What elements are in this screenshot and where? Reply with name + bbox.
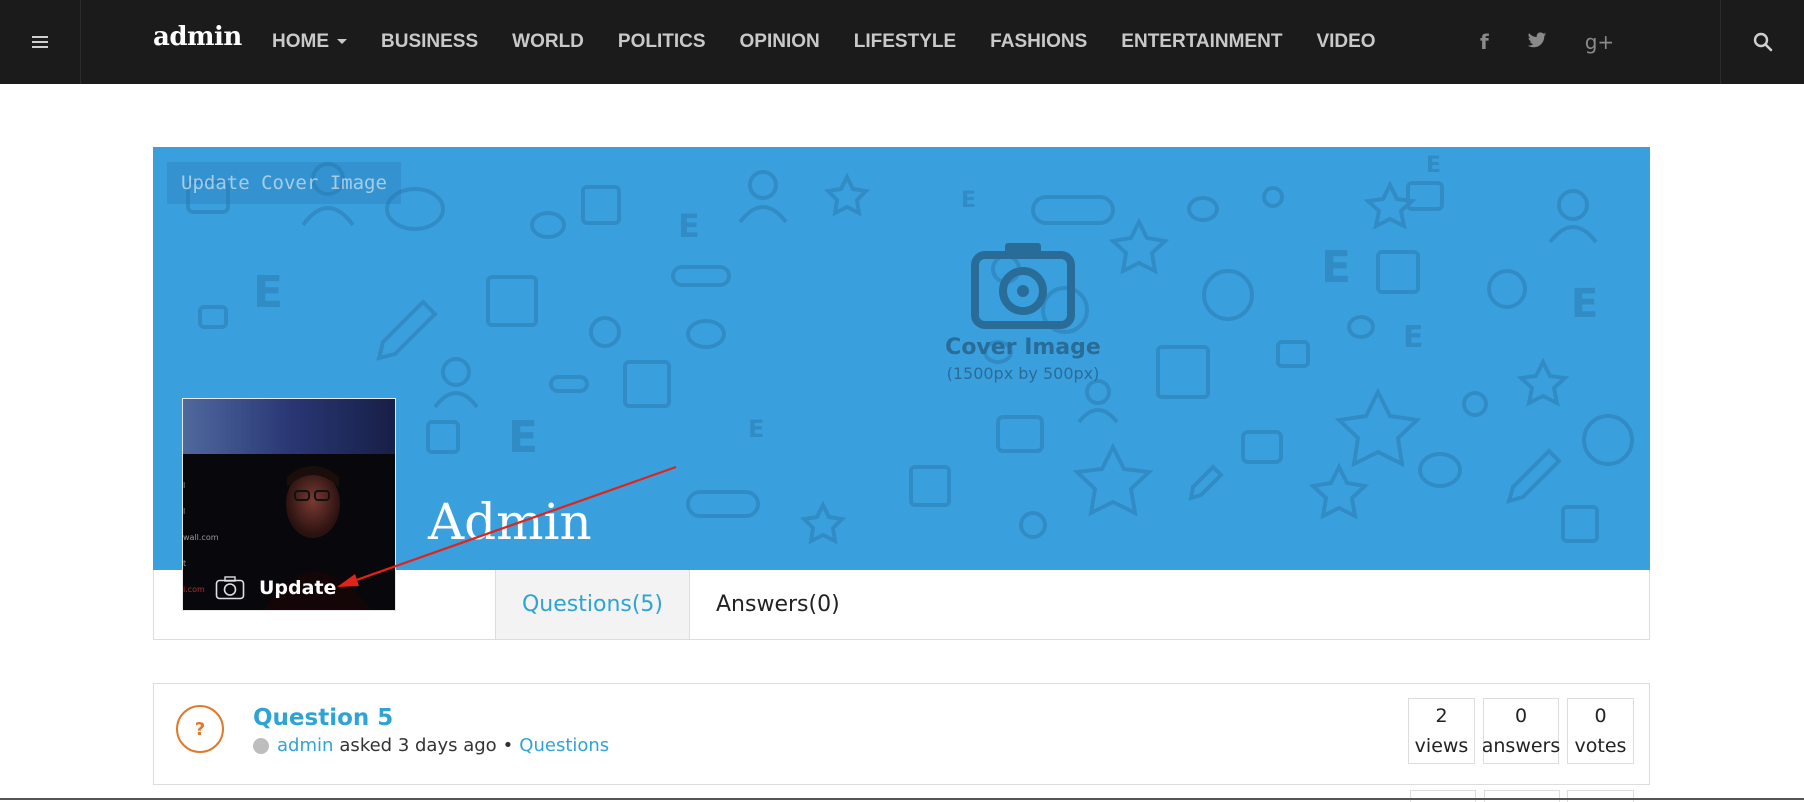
svg-text:E: E (1426, 153, 1441, 178)
svg-text:E: E (508, 412, 538, 463)
svg-text:E: E (253, 267, 283, 318)
cover-placeholder: Cover Image (1500px by 500px) (773, 239, 1273, 383)
votes-stat: 0 votes (1567, 698, 1634, 764)
facebook-icon[interactable]: f (1480, 30, 1489, 54)
question-author-link[interactable]: admin (277, 735, 333, 756)
nav-item-home[interactable]: HOME (272, 31, 347, 53)
hamburger-icon (32, 33, 48, 51)
site-logo[interactable]: admin (153, 22, 242, 52)
svg-text:E: E (1321, 242, 1351, 293)
svg-text:E: E (748, 415, 764, 443)
profile-name: Admin (428, 493, 592, 551)
nav-item-world[interactable]: WORLD (512, 31, 584, 53)
question-stats: 2 views 0 answers 0 votes (1408, 698, 1634, 764)
camera-icon (971, 243, 1075, 329)
svg-text:E: E (1571, 281, 1598, 327)
social-links: f g+ (1480, 0, 1614, 84)
question-asked-time: asked 3 days ago (339, 735, 497, 756)
question-icon: ? (176, 705, 224, 753)
user-icon (253, 737, 269, 754)
tab-answers[interactable]: Answers(0) (716, 570, 840, 639)
nav-item-entertainment[interactable]: ENTERTAINMENT (1121, 31, 1282, 53)
main-nav: HOME BUSINESS WORLD POLITICS OPINION LIF… (272, 0, 1376, 84)
nav-item-opinion[interactable]: OPINION (740, 31, 820, 53)
next-question-stat (1567, 790, 1634, 802)
twitter-icon[interactable] (1527, 30, 1547, 54)
views-stat: 2 views (1408, 698, 1475, 764)
caret-down-icon (337, 39, 347, 45)
update-avatar-button[interactable]: Update (183, 566, 395, 610)
update-avatar-label: Update (259, 577, 337, 599)
svg-text:E: E (961, 188, 976, 213)
svg-text:E: E (1403, 320, 1424, 355)
nav-item-politics[interactable]: POLITICS (618, 31, 706, 53)
question-item: ? Question 5 admin asked 3 days ago • Qu… (153, 683, 1650, 785)
nav-item-video[interactable]: VIDEO (1316, 31, 1375, 53)
question-category-link[interactable]: Questions (519, 735, 609, 756)
menu-toggle-button[interactable] (0, 0, 81, 84)
nav-item-lifestyle[interactable]: LIFESTYLE (854, 31, 956, 53)
svg-text:E: E (678, 207, 700, 245)
search-button[interactable] (1720, 0, 1804, 84)
meta-separator: • (502, 735, 514, 756)
next-question-stat (1410, 790, 1476, 802)
next-question-stat (1484, 790, 1560, 802)
camera-icon (215, 576, 245, 600)
search-icon (1753, 32, 1772, 52)
avatar: l l wall.com t i.com Update (182, 398, 396, 611)
top-navbar: admin HOME BUSINESS WORLD POLITICS OPINI… (0, 0, 1804, 84)
tab-questions[interactable]: Questions(5) (495, 570, 690, 639)
answers-stat: 0 answers (1482, 698, 1560, 764)
cover-placeholder-title: Cover Image (945, 335, 1101, 360)
update-cover-button[interactable]: Update Cover Image (167, 162, 401, 204)
nav-item-business[interactable]: BUSINESS (381, 31, 478, 53)
question-title[interactable]: Question 5 (253, 705, 393, 731)
question-meta: admin asked 3 days ago • Questions (253, 735, 609, 756)
google-plus-icon[interactable]: g+ (1585, 30, 1614, 54)
nav-item-fashions[interactable]: FASHIONS (990, 31, 1087, 53)
cover-placeholder-size: (1500px by 500px) (946, 364, 1100, 383)
